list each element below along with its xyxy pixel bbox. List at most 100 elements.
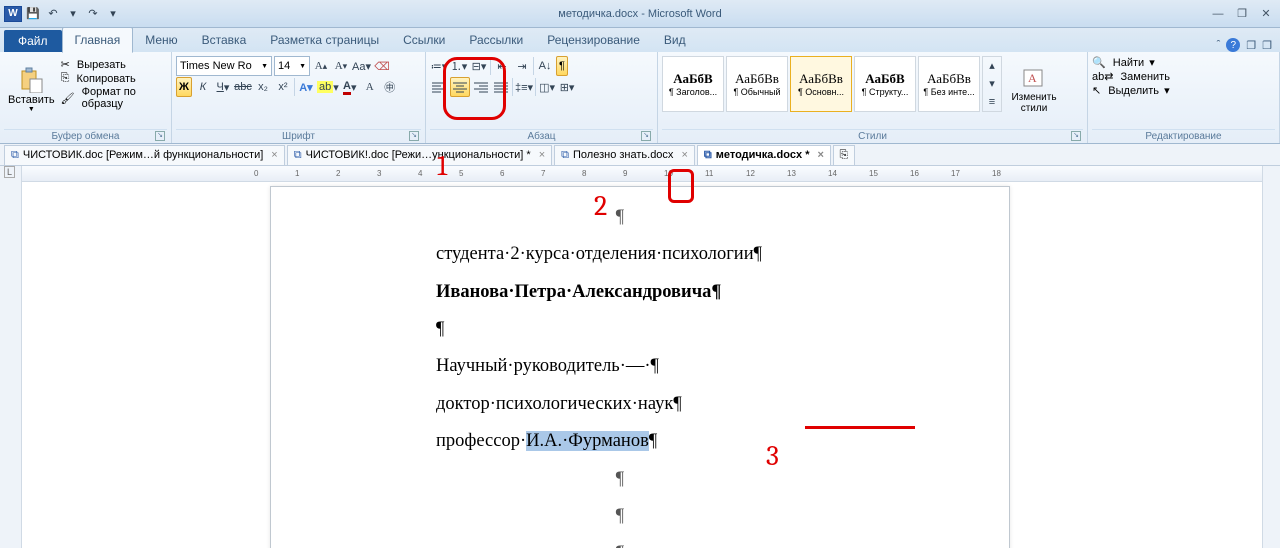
- font-color-button[interactable]: A▾: [341, 77, 359, 97]
- borders-button[interactable]: ⊞▾: [558, 77, 576, 97]
- font-family-select[interactable]: Times New Ro▼: [176, 56, 272, 76]
- qat-undo-dd[interactable]: ▾: [64, 5, 82, 23]
- shrink-font[interactable]: A▾: [332, 56, 350, 76]
- doctab-0-close[interactable]: ×: [271, 149, 277, 161]
- doctab-1-close[interactable]: ×: [539, 149, 545, 161]
- doctab-3-close[interactable]: ×: [817, 149, 823, 161]
- find-icon: 🔍: [1092, 56, 1106, 69]
- doctab-new[interactable]: ⎘: [833, 145, 855, 165]
- paragraph-dialog[interactable]: ↘: [641, 131, 651, 141]
- clear-format[interactable]: ⌫: [373, 56, 391, 76]
- change-case[interactable]: Aa▾: [352, 56, 371, 76]
- replace-button[interactable]: ab⇄ Заменить: [1092, 70, 1170, 83]
- styles-scroll-up[interactable]: ▴: [983, 57, 1001, 74]
- page[interactable]: ¶ студента·2·курса·отделения·психологии¶…: [270, 186, 1010, 548]
- style-heading[interactable]: АаБбВ¶ Заголов...: [662, 56, 724, 112]
- underline-button[interactable]: Ч▾: [214, 77, 232, 97]
- shading-button[interactable]: ◫▾: [538, 77, 556, 97]
- decrease-indent[interactable]: ⇤: [493, 56, 511, 76]
- style-nospacing[interactable]: АаБбВв¶ Без инте...: [918, 56, 980, 112]
- text-effects[interactable]: A▾: [297, 77, 315, 97]
- styles-expand[interactable]: ≡: [983, 94, 1001, 111]
- styles-scroll-down[interactable]: ▾: [983, 75, 1001, 92]
- doctab-2[interactable]: ⧉Полезно знать.docx×: [554, 145, 695, 165]
- editing-group-label: Редактирование: [1092, 129, 1275, 143]
- align-right[interactable]: [472, 77, 490, 97]
- grow-font[interactable]: A▴: [312, 56, 330, 76]
- pilcrow-empty: ¶: [271, 535, 969, 548]
- document-area[interactable]: 0123456789101112131415161718 ¶ студента·…: [22, 166, 1262, 548]
- format-painter-button[interactable]: 🖌 Формат по образцу: [61, 86, 167, 110]
- doctab-2-close[interactable]: ×: [681, 149, 687, 161]
- doctab-0[interactable]: ⧉ЧИСТОВИК.doc [Режим…й функциональности]…: [4, 145, 285, 165]
- qat-customize[interactable]: ▾: [104, 5, 122, 23]
- line-spacing[interactable]: ‡≡▾: [515, 77, 533, 97]
- enclose-characters[interactable]: ㊥: [381, 77, 399, 97]
- format-painter-label: Формат по образцу: [82, 86, 167, 110]
- style-struct[interactable]: АаБбВ¶ Структу...: [854, 56, 916, 112]
- align-left[interactable]: [430, 77, 448, 97]
- doctab-0-label: ЧИСТОВИК.doc [Режим…й функциональности]: [23, 149, 263, 161]
- new-doc-icon: ⎘: [840, 149, 849, 162]
- help-icon[interactable]: ?: [1226, 38, 1240, 52]
- bullets-button[interactable]: ≔▾: [430, 56, 448, 76]
- cut-button[interactable]: ✂ Вырезать: [61, 58, 167, 71]
- align-center[interactable]: [450, 77, 470, 97]
- help-window1[interactable]: ❐: [1246, 39, 1256, 52]
- tab-mailings[interactable]: Рассылки: [457, 28, 535, 52]
- tab-home[interactable]: Главная: [62, 27, 134, 53]
- help-window2[interactable]: ❐: [1262, 39, 1272, 52]
- doctab-1[interactable]: ⧉ ЧИСТОВИК!.doc [Режи…ункциональности] * ×: [287, 145, 552, 165]
- win-minimize[interactable]: —: [1208, 6, 1228, 22]
- increase-indent[interactable]: ⇥: [513, 56, 531, 76]
- clipboard-dialog[interactable]: ↘: [155, 131, 165, 141]
- change-styles-button[interactable]: A Изменить стили: [1004, 56, 1064, 122]
- italic-button[interactable]: К: [194, 77, 212, 97]
- vertical-scrollbar[interactable]: [1262, 166, 1280, 548]
- tab-menu[interactable]: Меню: [133, 28, 189, 52]
- tab-insert[interactable]: Вставка: [190, 28, 259, 52]
- select-label: Выделить: [1108, 85, 1159, 97]
- paste-dd[interactable]: ▼: [28, 106, 35, 113]
- qat-save[interactable]: 💾: [24, 5, 42, 23]
- sort-button[interactable]: A↓: [536, 56, 554, 76]
- change-styles-label: Изменить стили: [1011, 92, 1056, 114]
- tab-view[interactable]: Вид: [652, 28, 698, 52]
- font-dialog[interactable]: ↘: [409, 131, 419, 141]
- select-button[interactable]: ↖ Выделить ▾: [1092, 84, 1170, 97]
- doc-icon: ⧉: [294, 149, 302, 162]
- font-size-select[interactable]: 14▼: [274, 56, 310, 76]
- show-marks[interactable]: ¶: [556, 56, 568, 76]
- selected-text: И.А.·Фурманов: [526, 431, 649, 451]
- tab-file[interactable]: Файл: [4, 30, 62, 52]
- styles-dialog[interactable]: ↘: [1071, 131, 1081, 141]
- superscript-button[interactable]: x²: [274, 77, 292, 97]
- tab-review[interactable]: Рецензирование: [535, 28, 652, 52]
- strike-button[interactable]: abc: [234, 77, 252, 97]
- highlight-button[interactable]: ab▾: [317, 77, 339, 97]
- character-shading[interactable]: A: [361, 77, 379, 97]
- style-normal[interactable]: АаБбВв¶ Обычный: [726, 56, 788, 112]
- horizontal-ruler[interactable]: 0123456789101112131415161718: [22, 166, 1262, 182]
- win-close[interactable]: ✕: [1256, 6, 1276, 22]
- doc-icon: ⧉: [704, 149, 712, 162]
- copy-button[interactable]: ⎘ Копировать: [61, 72, 167, 85]
- tab-pagelayout[interactable]: Разметка страницы: [258, 28, 391, 52]
- qat-redo[interactable]: ↷: [84, 5, 102, 23]
- paste-button[interactable]: Вставить ▼: [4, 56, 59, 122]
- qat-undo[interactable]: ↶: [44, 5, 62, 23]
- bold-button[interactable]: Ж: [176, 77, 192, 97]
- align-justify[interactable]: [492, 77, 510, 97]
- doctab-1-label: ЧИСТОВИК!.doc [Режи…ункциональности] *: [306, 149, 531, 161]
- copy-icon: ⎘: [61, 72, 70, 85]
- tab-references[interactable]: Ссылки: [391, 28, 457, 52]
- ribbon-minimize[interactable]: ˆ: [1217, 39, 1221, 51]
- find-button[interactable]: 🔍 Найти ▾: [1092, 56, 1155, 69]
- win-restore[interactable]: ❐: [1232, 6, 1252, 22]
- numbering-button[interactable]: ⒈▾: [450, 56, 468, 76]
- multilevel-button[interactable]: ⊟▾: [470, 56, 488, 76]
- word-icon: W: [4, 6, 22, 22]
- doctab-3[interactable]: ⧉методичка.docx *×: [697, 145, 831, 165]
- subscript-button[interactable]: x₂: [254, 77, 272, 97]
- style-main[interactable]: АаБбВв¶ Основн...: [790, 56, 852, 112]
